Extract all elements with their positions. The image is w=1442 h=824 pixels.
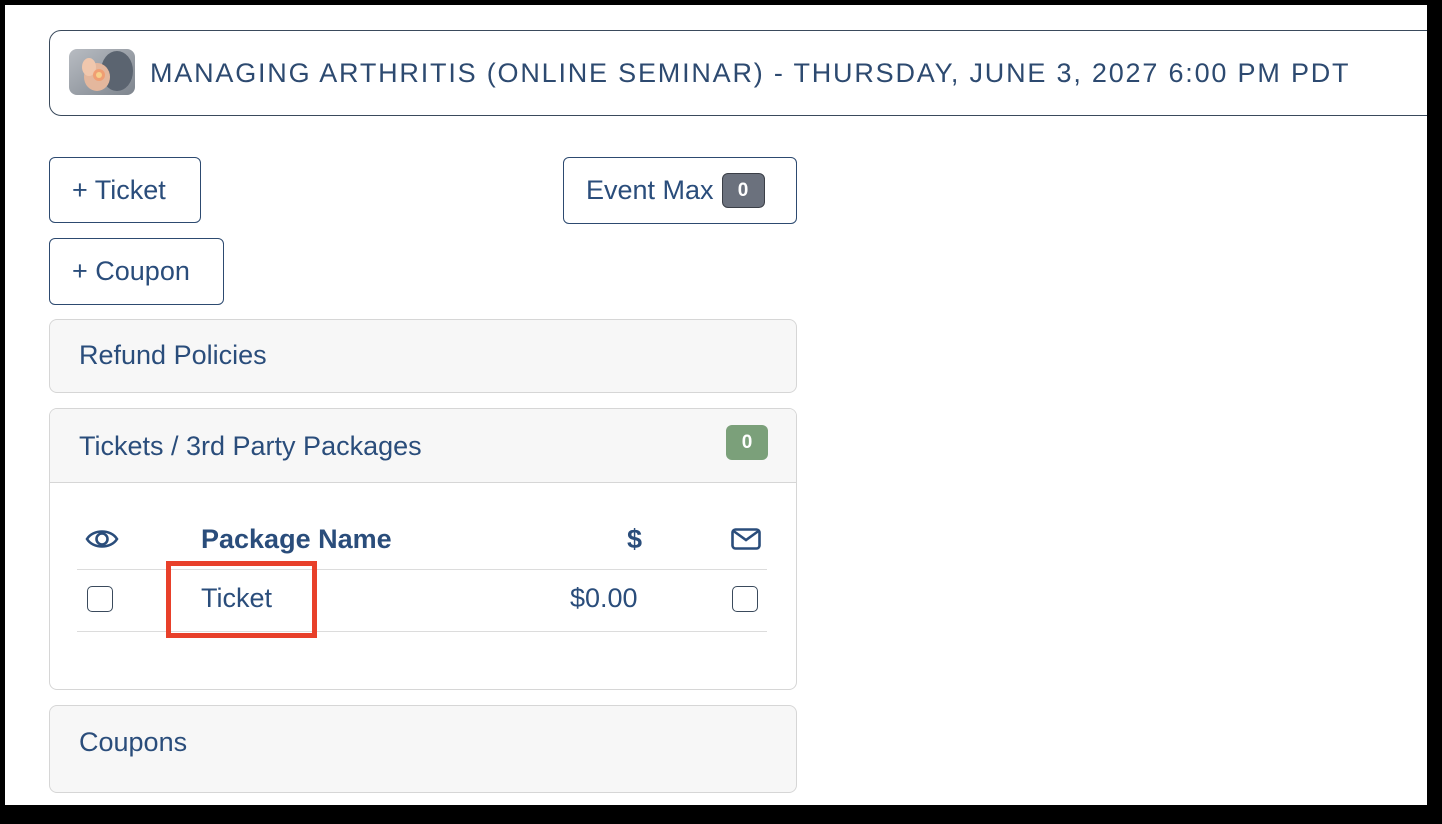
email-checkbox[interactable] [732,586,758,612]
coupons-title: Coupons [79,727,188,757]
add-coupon-button[interactable]: + Coupon [49,238,224,305]
add-ticket-button[interactable]: + Ticket [49,157,201,223]
refund-policies-panel[interactable]: Refund Policies [49,319,797,393]
eye-icon [85,526,119,552]
app-frame: MANAGING ARTHRITIS (ONLINE SEMINAR) - TH… [5,5,1427,805]
refund-policies-title: Refund Policies [79,340,267,370]
event-max-badge: 0 [721,173,765,208]
tickets-panel-title: Tickets / 3rd Party Packages [79,431,422,461]
tickets-panel: Tickets / 3rd Party Packages 0 [49,408,797,690]
visibility-checkbox[interactable] [87,586,113,612]
envelope-icon [731,528,761,550]
event-max-button[interactable]: Event Max 0 [563,157,797,224]
package-name-header: Package Name [201,524,392,554]
tickets-panel-header[interactable]: Tickets / 3rd Party Packages 0 [50,409,796,483]
package-price: $0.00 [570,583,638,613]
event-thumbnail [69,49,135,95]
highlight-box [166,561,317,638]
event-header: MANAGING ARTHRITIS (ONLINE SEMINAR) - TH… [49,30,1427,116]
event-title: MANAGING ARTHRITIS (ONLINE SEMINAR) - TH… [150,58,1351,88]
price-header: $ [627,524,643,554]
tickets-count-badge: 0 [726,425,768,460]
coupons-panel[interactable]: Coupons [49,705,797,793]
event-max-label: Event Max [586,175,714,205]
